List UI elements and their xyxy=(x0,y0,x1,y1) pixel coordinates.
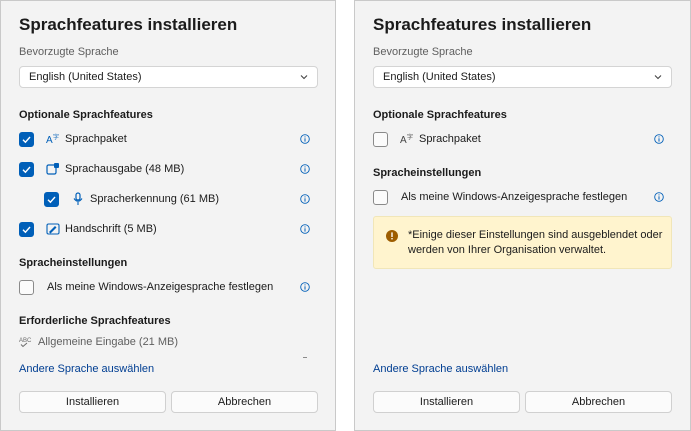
info-icon[interactable] xyxy=(300,134,310,144)
handwriting-checkbox[interactable] xyxy=(19,222,34,237)
windows-display-language-checkbox[interactable] xyxy=(19,280,34,295)
preferred-language-value: English (United States) xyxy=(383,71,496,83)
install-language-dialog-right: Sprachfeatures installieren Bevorzugte S… xyxy=(354,0,691,431)
choose-other-language-link[interactable]: Andere Sprache auswählen xyxy=(373,363,508,375)
preferred-language-dropdown[interactable]: English (United States) xyxy=(19,66,318,88)
feature-row-language-pack: A 字 Sprachpaket xyxy=(355,130,690,150)
language-pack-icon: A 字 xyxy=(400,133,413,146)
warning-text: *Einige dieser Einstellungen sind ausgeb… xyxy=(408,229,663,256)
optional-features-heading: Optionale Sprachfeatures xyxy=(373,109,507,121)
required-features-heading: Erforderliche Sprachfeatures xyxy=(19,315,171,327)
choose-other-language-link[interactable]: Andere Sprache auswählen xyxy=(19,363,154,375)
install-language-dialog-left: Sprachfeatures installieren Bevorzugte S… xyxy=(0,0,336,431)
preferred-language-label: Bevorzugte Sprache xyxy=(373,46,473,58)
svg-text:A: A xyxy=(400,135,407,146)
info-icon[interactable] xyxy=(654,192,664,202)
checkmark-icon xyxy=(22,136,31,144)
chevron-down-icon xyxy=(654,75,662,80)
dialog-title: Sprachfeatures installieren xyxy=(373,15,592,34)
language-pack-label: Sprachpaket xyxy=(65,133,127,145)
preferred-language-label: Bevorzugte Sprache xyxy=(19,46,119,58)
info-icon[interactable] xyxy=(654,134,664,144)
language-settings-heading: Spracheinstellungen xyxy=(373,167,482,179)
warning-icon xyxy=(386,230,398,242)
preferred-language-dropdown[interactable]: English (United States) xyxy=(373,66,672,88)
language-pack-checkbox[interactable] xyxy=(19,132,34,147)
language-settings-heading: Spracheinstellungen xyxy=(19,257,128,269)
checkmark-icon xyxy=(47,196,56,204)
speech-output-label: Sprachausgabe (48 MB) xyxy=(65,163,185,175)
managed-settings-warning: *Einige dieser Einstellungen sind ausgeb… xyxy=(373,216,672,269)
handwriting-label: Handschrift (5 MB) xyxy=(65,223,157,235)
required-feature-label: Allgemeine Eingabe (21 MB) xyxy=(38,336,179,348)
chevron-down-icon xyxy=(300,75,308,80)
svg-text:字: 字 xyxy=(407,133,413,141)
info-icon[interactable] xyxy=(300,224,310,234)
preferred-language-value: English (United States) xyxy=(29,71,142,83)
feature-row-speech-output: Sprachausgabe (48 MB) xyxy=(1,160,335,180)
windows-display-language-checkbox[interactable] xyxy=(373,190,388,205)
required-feature-row: ABC Allgemeine Eingabe (21 MB) xyxy=(1,333,335,353)
install-button[interactable]: Installieren xyxy=(373,391,520,413)
cancel-button[interactable]: Abbrechen xyxy=(171,391,318,413)
info-icon[interactable] xyxy=(300,194,310,204)
windows-display-language-label: Als meine Windows-Anzeigesprache festleg… xyxy=(401,191,628,203)
language-pack-checkbox[interactable] xyxy=(373,132,388,147)
svg-text:ABC: ABC xyxy=(19,338,32,344)
handwriting-icon xyxy=(46,223,60,235)
abc-spellcheck-icon: ABC xyxy=(19,338,32,348)
feature-row-handwriting: Handschrift (5 MB) xyxy=(1,220,335,240)
windows-display-language-row: Als meine Windows-Anzeigesprache festleg… xyxy=(355,188,690,208)
windows-display-language-label: Als meine Windows-Anzeigesprache festleg… xyxy=(47,281,274,293)
speech-recognition-label: Spracherkennung (61 MB) xyxy=(90,193,220,205)
feature-row-speech-recognition: Spracherkennung (61 MB) xyxy=(1,190,335,210)
install-button[interactable]: Installieren xyxy=(19,391,166,413)
speech-recognition-checkbox[interactable] xyxy=(44,192,59,207)
dialog-title: Sprachfeatures installieren xyxy=(19,15,238,34)
windows-display-language-row: Als meine Windows-Anzeigesprache festleg… xyxy=(1,278,335,298)
language-pack-label: Sprachpaket xyxy=(419,133,481,145)
microphone-icon xyxy=(73,192,83,205)
svg-text:A: A xyxy=(46,135,53,146)
checkmark-icon xyxy=(22,226,31,234)
info-icon[interactable] xyxy=(300,164,310,174)
speech-output-checkbox[interactable] xyxy=(19,162,34,177)
speech-output-icon xyxy=(46,163,59,175)
optional-features-heading: Optionale Sprachfeatures xyxy=(19,109,153,121)
feature-row-language-pack: A 字 Sprachpaket xyxy=(1,130,335,150)
cancel-button[interactable]: Abbrechen xyxy=(525,391,672,413)
language-pack-icon: A 字 xyxy=(46,133,59,146)
checkmark-icon xyxy=(22,166,31,174)
svg-text:字: 字 xyxy=(53,133,59,141)
scrollbar-thumb[interactable] xyxy=(303,357,307,358)
info-icon[interactable] xyxy=(300,282,310,292)
